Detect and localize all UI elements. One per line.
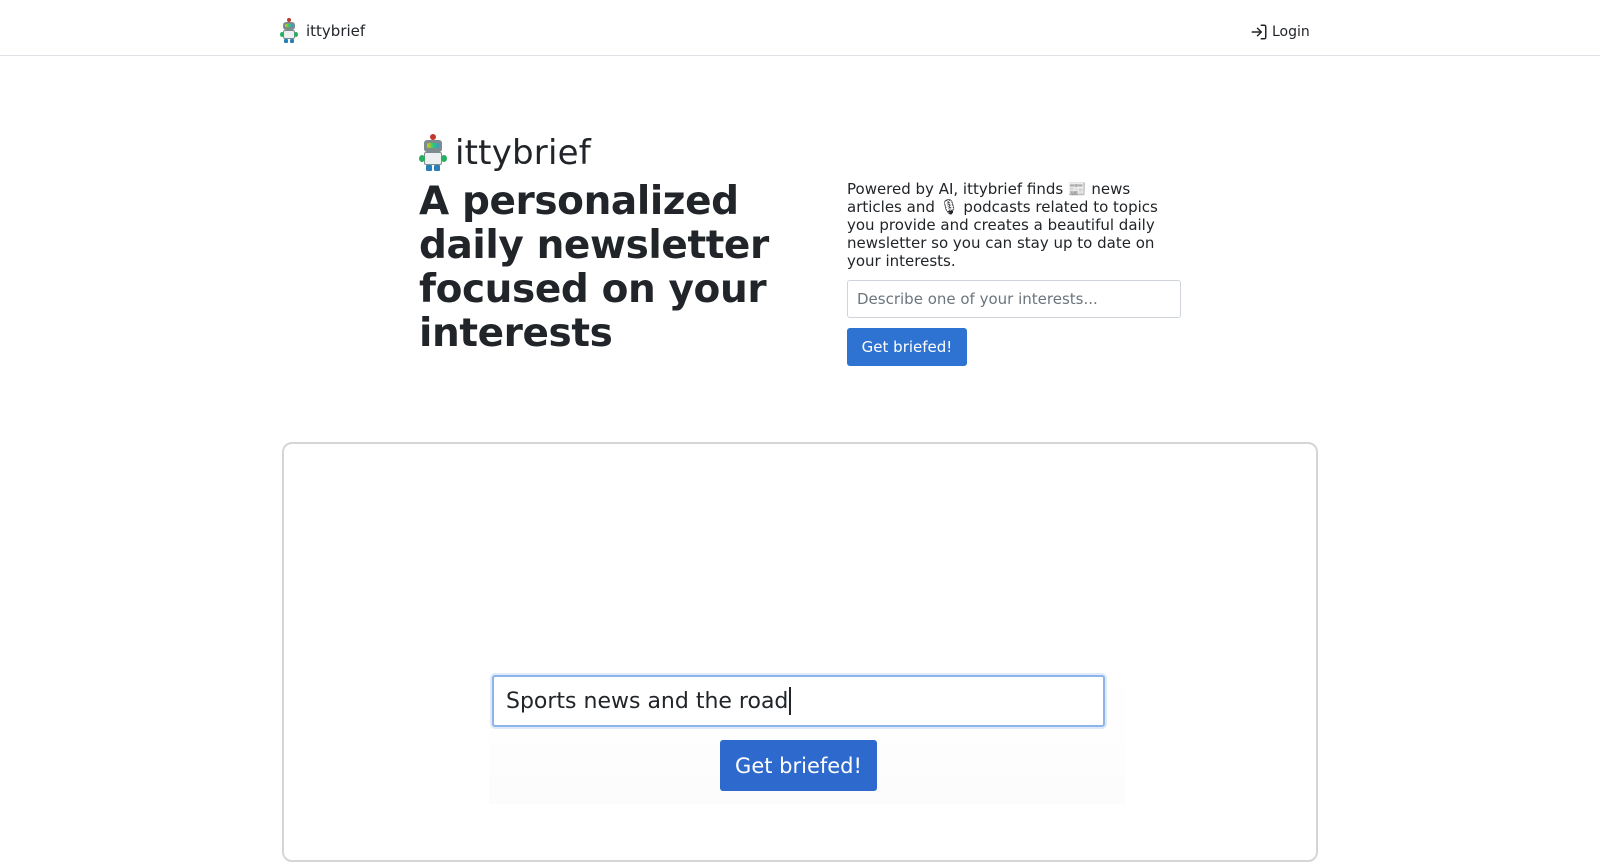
hero-description: Powered by AI, ittybrief finds 📰 news ar… bbox=[847, 180, 1158, 270]
login-icon bbox=[1251, 24, 1267, 40]
demo-input-text: Sports news and the road bbox=[506, 688, 789, 714]
robot-logo-icon bbox=[419, 134, 447, 172]
login-label: Login bbox=[1272, 24, 1310, 40]
navbar-brand-link[interactable]: ittybrief bbox=[280, 17, 365, 45]
get-briefed-button[interactable]: Get briefed! bbox=[847, 328, 967, 366]
login-link[interactable]: Login bbox=[1250, 20, 1310, 44]
text-caret bbox=[789, 687, 792, 715]
hero-brand: ittybrief bbox=[419, 133, 591, 173]
hero-headline: A personalized daily newsletter focused … bbox=[419, 179, 769, 356]
robot-logo-icon bbox=[280, 18, 298, 44]
demo-get-briefed-button: Get briefed! bbox=[720, 740, 877, 791]
hero-brand-name: ittybrief bbox=[455, 133, 591, 173]
demo-interest-input: Sports news and the road bbox=[492, 675, 1105, 727]
navbar: ittybrief Login bbox=[0, 0, 1600, 56]
navbar-brand-name: ittybrief bbox=[306, 22, 366, 40]
interest-input[interactable] bbox=[847, 280, 1181, 318]
